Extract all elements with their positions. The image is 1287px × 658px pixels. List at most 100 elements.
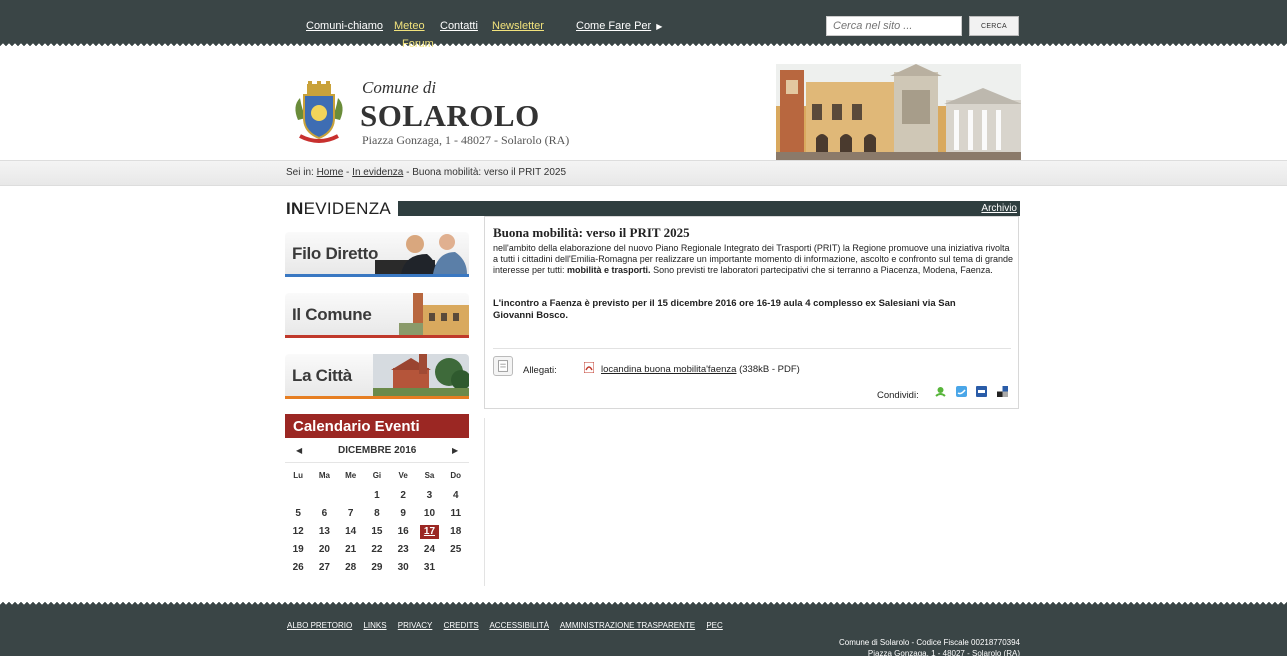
article-highlight: L'incontro a Faenza è previsto per il 15… [493,298,956,321]
calendar-day[interactable]: 11 [443,505,469,523]
calendar-week-row: 12 13 14 15 16 17 18 [285,523,469,541]
calendar-day[interactable]: 25 [443,541,469,559]
calendar-day[interactable]: 28 [338,559,364,577]
banner-stripe [285,274,469,277]
delicious-icon[interactable] [997,386,1008,397]
calendar-divider [285,462,469,463]
coat-of-arms-logo[interactable] [290,80,348,146]
calendar-prev-icon[interactable]: ◀ [296,446,302,455]
section-title-bar [398,201,1020,216]
footer-link-pec[interactable]: PEC [706,621,722,630]
section-title-rest: EVIDENZA [303,199,392,218]
calendar-day[interactable]: 15 [364,523,390,541]
archive-link[interactable]: Archivio [981,203,1017,214]
banner-filo-diretto[interactable]: Filo Diretto [285,232,469,277]
calendar-grid: Lu Ma Me Gi Ve Sa Do 1 2 3 4 5 6 7 8 9 10 11 12 13 14 15 16 17 1… [285,469,469,577]
calendar-day[interactable]: 4 [443,487,469,505]
calendar-day[interactable]: 9 [390,505,416,523]
calendar-day[interactable]: 27 [311,559,337,577]
footer-link-albo-pretorio[interactable]: ALBO PRETORIO [287,621,352,630]
search-button[interactable]: CERCA [969,16,1019,36]
breadcrumb: Sei in: Home - In evidenza - Buona mobil… [286,167,566,178]
calendar-day[interactable]: 7 [338,505,364,523]
attachment-item: locandina buona mobilita'faenza (338kB -… [601,364,800,375]
calendar-day[interactable]: 13 [311,523,337,541]
calendar-day[interactable]: 12 [285,523,311,541]
calendar-weekday: Gi [372,471,382,480]
article-body-text: Sono previsti tre laboratori partecipati… [650,265,993,275]
article-body-bold: mobilità e trasporti. [567,265,651,275]
calendar-day[interactable]: 14 [338,523,364,541]
calendar-day[interactable]: 26 [285,559,311,577]
calendar-next-icon[interactable]: ▶ [452,446,458,455]
share-green-icon[interactable] [935,386,946,397]
calendar-day[interactable]: 30 [390,559,416,577]
calendar-day[interactable]: 23 [390,541,416,559]
calendar-day[interactable]: 20 [311,541,337,559]
calendar-week-row: 19 20 21 22 23 24 25 [285,541,469,559]
footer-link-privacy[interactable]: PRIVACY [398,621,433,630]
calendar-day[interactable]: 6 [311,505,337,523]
calendar-week-row: 1234 [285,487,469,505]
myspace-icon[interactable] [976,386,987,397]
calendar-week-row: 5 6 7 8 9 10 11 [285,505,469,523]
caret-right-icon: ▶ [656,22,663,31]
section-title: INEVIDENZA [286,199,391,219]
calendar-day[interactable]: 3 [416,487,442,505]
nav-link-contatti[interactable]: Contatti [440,20,478,32]
banner-il-comune[interactable]: Il Comune [285,293,469,338]
calendar-weekday: Ma [318,471,330,480]
footer-link-accessibilita[interactable]: ACCESSIBILITÀ [489,621,549,630]
city-church-thumbnail-icon [373,354,469,396]
footer-link-credits[interactable]: CREDITS [444,621,479,630]
breadcrumb-home-link[interactable]: Home [317,167,344,178]
calendar-day[interactable]: 2 [390,487,416,505]
calendar-day[interactable]: 8 [364,505,390,523]
banner-stripe [285,396,469,399]
column-divider [484,418,485,586]
twitter-icon[interactable] [956,386,967,397]
calendar-month: DICEMBRE 2016 [338,445,417,456]
calendar-empty-cell [338,487,364,505]
brand-prefix: Comune di [362,78,437,97]
calendar-day[interactable]: 31 [416,559,442,577]
top-bar-zigzag-edge [0,42,1287,48]
calendar-day[interactable]: 1 [364,487,390,505]
breadcrumb-prefix: Sei in: [286,167,314,178]
attachments-label: Allegati: [523,365,557,376]
nav-link-come-fare-per[interactable]: Come Fare Per ▶ [576,20,662,32]
calendar-day[interactable]: 19 [285,541,311,559]
breadcrumb-separator: - [406,167,410,178]
banner-la-citta[interactable]: La Città [285,354,469,399]
search-input[interactable] [826,16,962,36]
calendar-day[interactable]: 22 [364,541,390,559]
town-hall-photo [776,64,1021,160]
breadcrumb-section-link[interactable]: In evidenza [352,167,403,178]
breadcrumb-bar [0,160,1287,186]
calendar-day[interactable]: 16 [390,523,416,541]
calendar-day[interactable]: 18 [443,523,469,541]
nav-link-comuni-chiamo[interactable]: Comuni-chiamo [306,20,383,32]
nav-link-meteo[interactable]: Meteo [394,20,425,32]
calendar-day[interactable]: 5 [285,505,311,523]
footer-links: ALBO PRETORIO LINKS PRIVACY CREDITS ACCE… [287,621,732,630]
footer-zigzag-edge [0,600,1287,606]
nav-link-forum[interactable]: Forum [402,38,434,50]
calendar-day[interactable]: 29 [364,559,390,577]
calendar-day-today[interactable]: 17 [416,523,442,541]
calendar-day-today-label: 17 [419,525,440,539]
banner-label: Il Comune [292,305,372,324]
brand-name[interactable]: SOLAROLO [360,98,540,134]
footer-link-amministrazione-trasparente[interactable]: AMMINISTRAZIONE TRASPARENTE [560,621,695,630]
calendar-day[interactable]: 24 [416,541,442,559]
attachment-link[interactable]: locandina buona mobilita'faenza [601,364,736,375]
calendar-weekday: Lu [293,471,304,480]
calendar-title: Calendario Eventi [293,418,420,435]
nav-link-newsletter[interactable]: Newsletter [492,20,544,32]
footer [0,600,1287,656]
calendar-day[interactable]: 10 [416,505,442,523]
footer-address: Piazza Gonzaga, 1 - 48027 - Solarolo (RA… [867,649,1020,658]
footer-link-links[interactable]: LINKS [363,621,386,630]
calendar-day[interactable]: 21 [338,541,364,559]
article-title[interactable]: Buona mobilità: verso il PRIT 2025 [493,225,690,241]
